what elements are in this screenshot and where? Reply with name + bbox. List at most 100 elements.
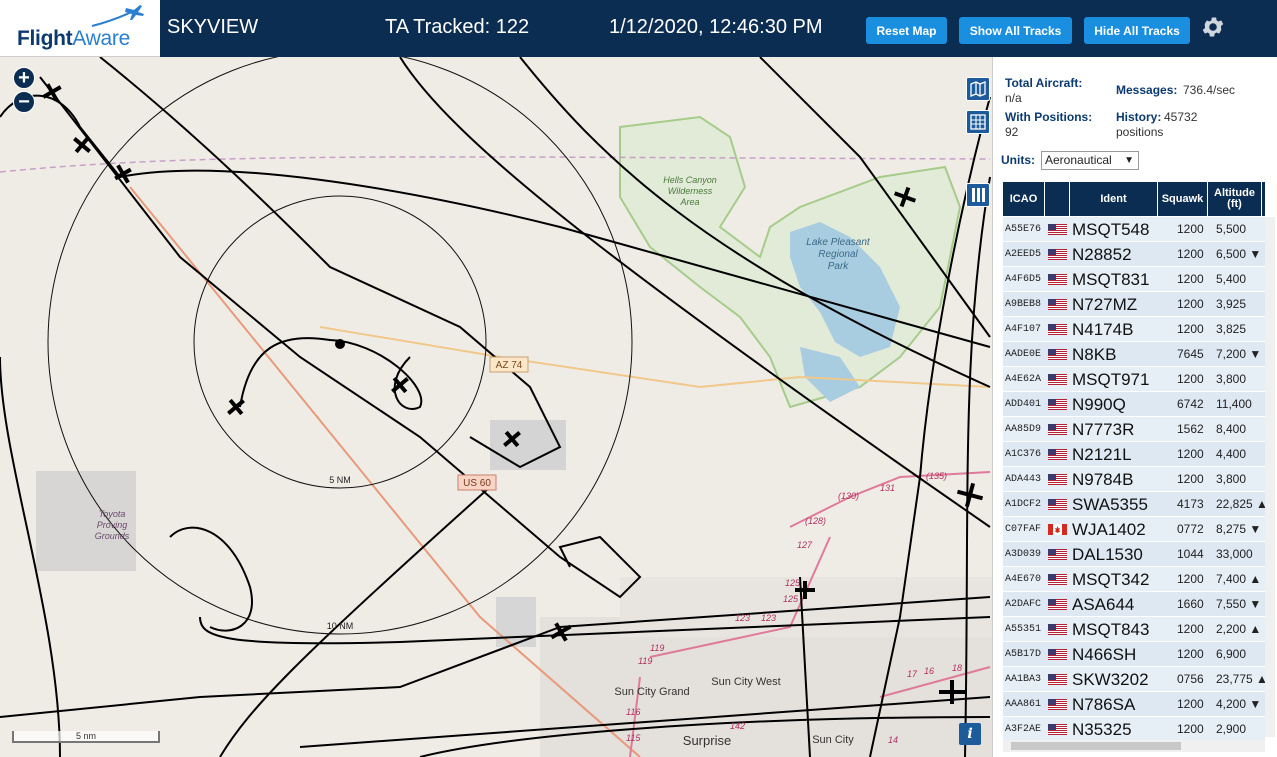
info-button[interactable]: i [959,723,981,745]
col-icao[interactable]: ICAO [1003,182,1045,216]
table-row[interactable]: AA1BA3 SKW3202 0756 23,775 ▲ [1003,667,1268,692]
cell-altitude: 2,200 ▲ [1216,622,1262,636]
gear-icon[interactable] [1200,14,1226,40]
cell-altitude: 5,400 [1216,272,1247,286]
vertical-scrollbar[interactable] [1265,217,1275,737]
cell-icao: AAA861 [1005,699,1042,710]
cell-ident: N727MZ [1072,295,1138,314]
label-hells-canyon-1: Hells Canyon [663,175,717,185]
table-row[interactable]: A4F107 N4174B 1200 3,825 [1003,317,1265,342]
cell-ident: N2121L [1072,445,1132,464]
cell-altitude: 3,800 [1216,472,1247,486]
table-row[interactable]: A1DCF2 SWA5355 4173 22,825 ▲ [1003,492,1268,517]
label-toyota-1: Toyota [99,509,126,519]
cell-ident: WJA1402 [1072,520,1146,539]
cell-ident: MSQT342 [1072,570,1150,589]
cell-ident: MSQT971 [1072,370,1150,389]
cell-altitude: 7,400 ▲ [1216,572,1262,586]
cell-icao: AADE0E [1005,349,1042,360]
cell-ident: N8KB [1072,345,1117,364]
label-sun-city-west: Sun City West [711,676,781,688]
zoom-in-button[interactable]: + [13,67,35,89]
cell-squawk: 1200 [1177,622,1204,636]
label-hells-canyon-2: Wilderness [668,186,713,196]
map-canvas[interactable]: Hells Canyon Wilderness Area Lake Pleasa… [0,57,992,757]
table-row[interactable]: A4F6D5 MSQT831 1200 5,400 [1003,267,1265,292]
table-row[interactable]: A1C376 N2121L 1200 4,400 [1003,442,1265,467]
us-flag-icon [1048,499,1067,510]
table-row[interactable]: A55E76 MSQT548 1200 5,500 [1003,217,1265,242]
units-select[interactable]: Aeronautical ▼ [1041,151,1139,170]
table-row[interactable]: A9BEB8 N727MZ 1200 3,925 [1003,292,1265,317]
route-18-label: 18 [952,663,962,673]
zoom-out-button[interactable]: − [13,91,35,113]
gray-area-2 [496,597,536,647]
grid-icon[interactable] [966,110,990,134]
table-row[interactable]: A5B17D N466SH 1200 6,900 [1003,642,1265,667]
columns-icon[interactable] [966,183,990,207]
hide-all-tracks-button[interactable]: Hide All Tracks [1084,17,1190,44]
us-flag-icon [1048,699,1067,710]
canada-flag-icon [1048,524,1067,535]
cell-altitude: 23,775 ▲ [1216,672,1268,686]
horizontal-scrollbar[interactable] [1003,740,1265,752]
cell-icao: AA85D9 [1005,424,1042,435]
cell-icao: ADD401 [1005,399,1042,410]
with-positions-label: With Positions: [1005,110,1093,124]
current-datetime: 1/12/2020, 12:46:30 PM [609,16,823,38]
table-row[interactable]: C07FAF WJA1402 0772 8,275 ▼ [1003,517,1265,542]
table-row[interactable]: A3D039 DAL1530 1044 33,000 [1003,542,1265,567]
table-row[interactable]: A4E62A MSQT971 1200 3,800 [1003,367,1265,392]
us-flag-icon [1048,599,1067,610]
table-row[interactable]: A55351 MSQT843 1200 2,200 ▲ [1003,617,1265,642]
scale-bar: 5 nm [12,731,160,743]
history-unit: positions [1116,125,1164,139]
cell-altitude: 6,900 [1216,647,1247,661]
cell-altitude: 8,400 [1216,422,1247,436]
col-squawk[interactable]: Squawk [1158,182,1208,216]
cell-squawk: 1562 [1177,422,1204,436]
route-119b-label: 119 [638,656,652,666]
cell-icao: ADA443 [1005,474,1042,485]
messages-value: 736.4/sec [1183,83,1236,97]
route-17-label: 17 [907,669,918,679]
cell-squawk: 0772 [1177,522,1204,536]
route-127-label: 127 [797,540,813,550]
col-ident[interactable]: Ident [1070,182,1158,216]
reset-map-button[interactable]: Reset Map [866,17,947,44]
cell-ident: DAL1530 [1072,545,1143,564]
cell-ident: N35325 [1072,720,1132,739]
map-view[interactable]: Hells Canyon Wilderness Area Lake Pleasa… [0,57,992,757]
cell-squawk: 1200 [1177,297,1204,311]
units-select-value: Aeronautical [1045,153,1112,167]
table-row[interactable]: AA85D9 N7773R 1562 8,400 [1003,417,1265,442]
table-row[interactable]: A2EED5 N28852 1200 6,500 ▼ [1003,242,1265,267]
table-row[interactable]: AADE0E N8KB 7645 7,200 ▼ [1003,342,1265,367]
table-row[interactable]: ADD401 N990Q 6742 11,400 [1003,392,1265,417]
table-row[interactable]: AAA861 N786SA 1200 4,200 ▼ [1003,692,1265,717]
table-row[interactable]: A2DAFC ASA644 1660 7,550 ▼ [1003,592,1265,617]
total-aircraft-value: n/a [1005,91,1022,105]
cell-ident: ASA644 [1072,595,1135,614]
flightaware-logo[interactable]: FlightAware [0,0,160,57]
cell-ident: SWA5355 [1072,495,1148,514]
col-flag[interactable] [1045,182,1070,216]
table-row[interactable]: ADA443 N9784B 1200 3,800 [1003,467,1265,492]
label-5nm: 5 NM [329,475,351,485]
cell-squawk: 6742 [1177,397,1204,411]
cell-icao: A3F2AE [1005,724,1042,735]
map-layer-icon[interactable] [966,77,990,101]
table-row[interactable]: A4E670 MSQT342 1200 7,400 ▲ [1003,567,1265,592]
cell-altitude: 5,500 [1216,222,1247,236]
cell-ident: MSQT548 [1072,220,1150,239]
col-altitude[interactable]: Altitude (ft) [1208,182,1262,216]
cell-icao: A4F107 [1005,324,1042,335]
cell-altitude: 4,400 [1216,447,1247,461]
table-row[interactable]: A3F2AE N35325 1200 2,900 [1003,717,1265,742]
aircraft-sidebar: Total Aircraft: n/a With Positions: 92 M… [992,57,1277,757]
cell-icao: A2DAFC [1005,599,1042,610]
table-header: ICAO Ident Squawk Altitude (ft) [1003,182,1265,216]
route-125b-label: 125 [783,594,799,604]
show-all-tracks-button[interactable]: Show All Tracks [959,17,1072,44]
us-flag-icon [1048,624,1067,635]
